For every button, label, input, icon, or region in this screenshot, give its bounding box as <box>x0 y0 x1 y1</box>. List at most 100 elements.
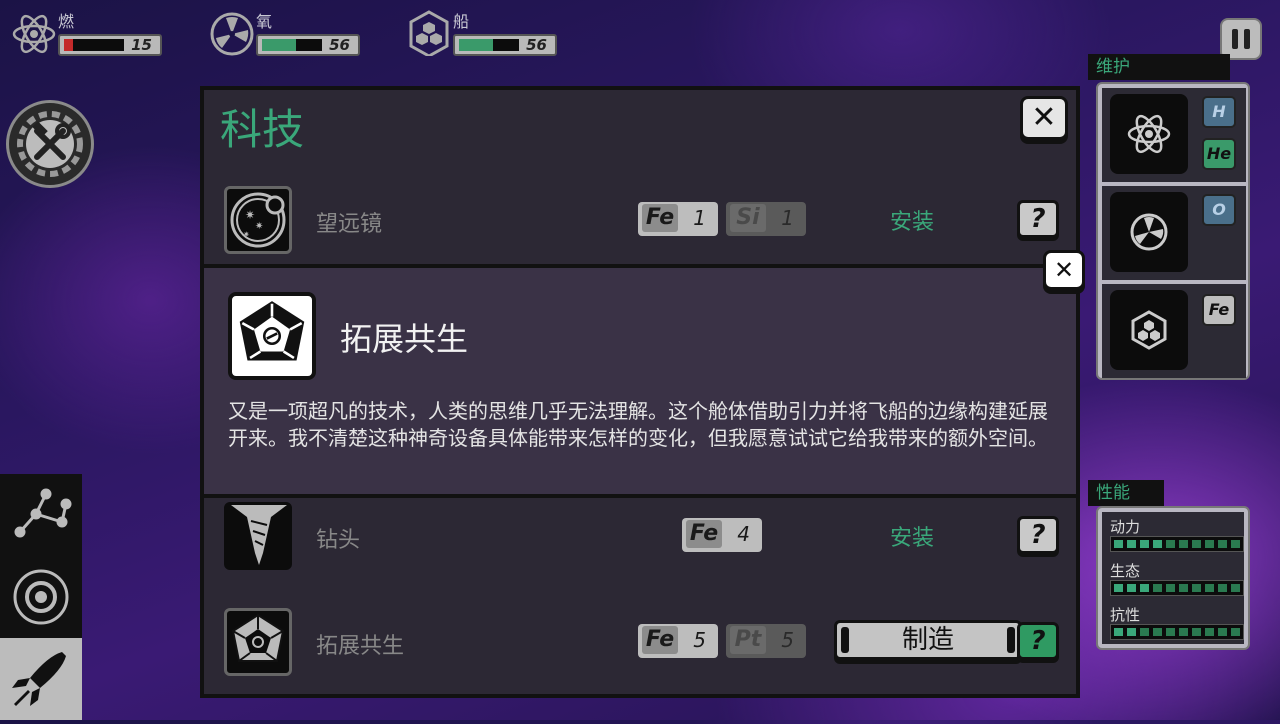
maintenance-cell: Fe <box>1102 284 1246 378</box>
constellation-icon <box>14 488 72 538</box>
maintenance-cell: H He <box>1102 88 1246 182</box>
element-tag: Fe <box>1202 294 1236 326</box>
meter-segment <box>1179 628 1188 636</box>
install-button[interactable]: 安装 <box>890 520 934 552</box>
drill-icon <box>224 502 292 570</box>
meter-segment <box>1114 628 1123 636</box>
ecology-meter <box>1110 580 1244 596</box>
meter-segment <box>1127 584 1136 592</box>
material-element: Fe <box>642 626 678 654</box>
performance-panel: 动力 生态 抗性 <box>1096 506 1250 650</box>
meter-segment <box>1166 584 1175 592</box>
material-chip: Fe 1 <box>638 202 718 236</box>
atom-icon <box>12 14 56 54</box>
meter-segment <box>1140 584 1149 592</box>
rocket-icon <box>12 652 66 706</box>
maintenance-label: 维护 <box>1088 54 1230 80</box>
meter-segment <box>1231 628 1240 636</box>
meter-segment <box>1127 628 1136 636</box>
nav-starmap[interactable] <box>0 474 82 556</box>
popup-description: 又是一项超凡的技术，人类的思维几乎无法理解。这个舱体借助引力并将飞船的边缘构建延… <box>228 399 1048 450</box>
tech-row-expansion: 拓展共生 Fe 5 Pt 5 制造 ? <box>220 608 1060 680</box>
svg-text:✷: ✷ <box>255 221 263 232</box>
nav-orbit[interactable] <box>0 556 82 638</box>
stat-label: 生态 <box>1110 562 1141 580</box>
material-element: Si <box>730 204 766 232</box>
orbit-icon <box>13 569 69 625</box>
dodecahedron-icon <box>224 608 292 676</box>
material-element: Fe <box>686 520 722 548</box>
install-button[interactable]: 安装 <box>890 204 934 236</box>
svg-text:✷: ✷ <box>245 208 255 222</box>
performance-label: 性能 <box>1088 480 1164 506</box>
resistance-meter <box>1110 624 1244 640</box>
meter-segment <box>1192 628 1201 636</box>
close-popup-button[interactable]: ✕ <box>1043 250 1085 290</box>
pause-icon <box>1232 29 1238 49</box>
meter-segment <box>1192 540 1201 548</box>
fan-icon[interactable] <box>1110 192 1188 272</box>
oxygen-value: 56 <box>329 36 350 54</box>
meter-segment <box>1179 540 1188 548</box>
help-button[interactable]: ? <box>1017 516 1059 554</box>
help-button[interactable]: ? <box>1017 200 1059 238</box>
dodecahedron-icon <box>228 292 316 380</box>
material-count: 5 <box>781 628 794 652</box>
material-chip: Fe 4 <box>682 518 762 552</box>
meter-segment <box>1205 584 1214 592</box>
oxygen-bar: 56 <box>256 34 360 56</box>
element-tag: O <box>1202 194 1236 226</box>
material-chip: Pt 5 <box>726 624 806 658</box>
meter-segment <box>1192 584 1201 592</box>
maintenance-cell: O <box>1102 186 1246 280</box>
meter-segment <box>1127 540 1136 548</box>
close-panel-button[interactable]: ✕ <box>1020 96 1068 140</box>
tech-row-drill: 钻头 Fe 4 安装 ? <box>220 502 1060 574</box>
nav-ship[interactable] <box>0 638 82 720</box>
build-tools-button[interactable] <box>6 100 94 188</box>
meter-segment <box>1140 540 1149 548</box>
material-chip: Si 1 <box>726 202 806 236</box>
maintenance-panel: H He O Fe <box>1096 82 1250 380</box>
svg-text:✷: ✷ <box>243 230 250 239</box>
fan-icon <box>210 12 254 56</box>
material-element: Pt <box>730 626 766 654</box>
meter-segment <box>1218 584 1227 592</box>
popup-title: 拓展共生 <box>340 320 469 358</box>
meter-segment <box>1153 628 1162 636</box>
meter-segment <box>1218 628 1227 636</box>
meter-segment <box>1179 584 1188 592</box>
stat-label: 动力 <box>1110 518 1141 536</box>
element-tag: He <box>1202 138 1236 170</box>
meter-segment <box>1153 584 1162 592</box>
hull-value: 56 <box>526 36 547 54</box>
meter-segment <box>1205 628 1214 636</box>
tech-description-popup: 拓展共生 又是一项超凡的技术，人类的思维几乎无法理解。这个舱体借助引力并将飞船的… <box>204 264 1076 498</box>
element-tag: H <box>1202 96 1236 128</box>
meter-segment <box>1166 628 1175 636</box>
craft-button[interactable]: 制造 <box>834 620 1022 660</box>
meter-segment <box>1218 540 1227 548</box>
hull-hexagon-icon <box>409 10 449 56</box>
meter-segment <box>1140 628 1149 636</box>
power-meter <box>1110 536 1244 552</box>
material-count: 1 <box>781 206 794 230</box>
material-element: Fe <box>642 204 678 232</box>
telescope-icon: ✷ ✷ ✷ <box>224 186 292 254</box>
wrench-hammer-icon <box>17 111 83 177</box>
meter-segment <box>1231 584 1240 592</box>
meter-segment <box>1166 540 1175 548</box>
hull-bar: 56 <box>453 34 557 56</box>
tech-name: 拓展共生 <box>316 634 405 659</box>
close-icon: ✕ <box>1053 256 1075 284</box>
fuel-bar: 15 <box>58 34 162 56</box>
stat-label: 抗性 <box>1110 606 1141 624</box>
hull-hexagon-icon[interactable] <box>1110 290 1188 370</box>
material-chip: Fe 5 <box>638 624 718 658</box>
help-button-active[interactable]: ? <box>1017 622 1059 660</box>
material-count: 5 <box>693 628 706 652</box>
atom-icon[interactable] <box>1110 94 1188 174</box>
tech-name: 钻头 <box>316 528 361 553</box>
panel-title: 科技 <box>220 105 305 154</box>
fuel-value: 15 <box>131 36 152 54</box>
